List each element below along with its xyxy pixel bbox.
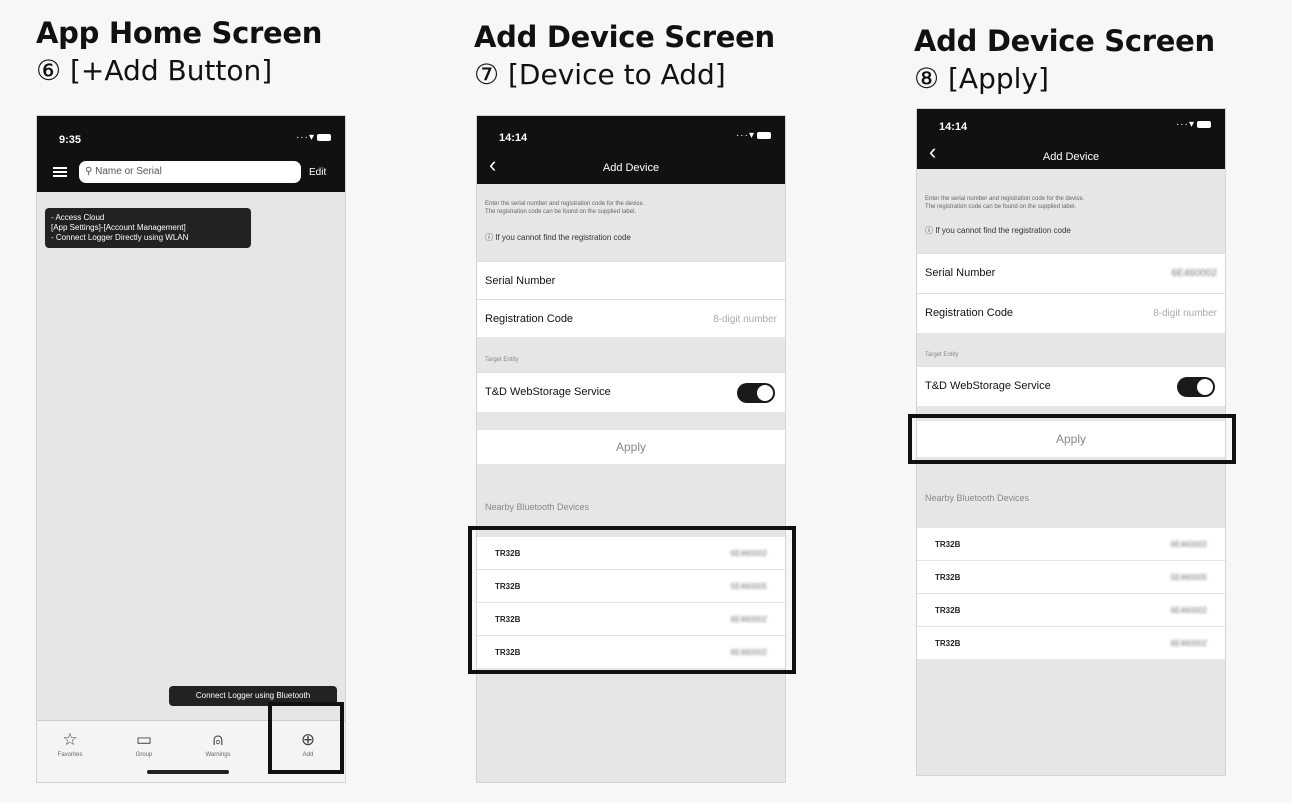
service-toggle[interactable]: [737, 383, 775, 403]
tab-label: Warnings: [205, 752, 231, 758]
panel-heading-add-device: Add Device Screen ⑦ [Device to Add]: [474, 20, 775, 91]
registration-placeholder: 8-digit number: [713, 314, 777, 325]
battery-icon: [1197, 120, 1211, 128]
panel-title: Add Device Screen: [914, 24, 1215, 58]
phone-add-device: 14:14 ···▾ ‹ Add Device Enter the serial…: [476, 115, 786, 783]
panel-title: App Home Screen: [36, 16, 323, 50]
description-text: Enter the serial number and registration…: [925, 196, 1085, 210]
nearby-label: Nearby Bluetooth Devices: [925, 493, 1030, 503]
battery-icon: [317, 133, 331, 141]
device-serial: 5E460005: [1170, 573, 1207, 582]
panel-heading-home: App Home Screen ⑥ [+Add Button]: [36, 16, 322, 87]
registration-label: Registration Code: [925, 307, 1014, 319]
device-name: TR32B: [935, 639, 961, 648]
panel-heading-apply: Add Device Screen ⑧ [Apply]: [914, 24, 1215, 95]
wifi-icon: ▾: [308, 132, 315, 143]
target-entity-label: Target Entity: [485, 357, 519, 363]
registration-code-row[interactable]: Registration Code 8-digit number: [477, 299, 785, 337]
status-time: 14:14: [499, 132, 528, 144]
description-text: Enter the serial number and registration…: [485, 201, 645, 215]
device-row[interactable]: TR32B 6E460002: [917, 527, 1225, 560]
help-link[interactable]: ⓘ If you cannot find the registration co…: [485, 232, 631, 243]
device-row[interactable]: TR32B 5E460005: [917, 560, 1225, 593]
apply-button[interactable]: Apply: [477, 430, 785, 464]
phone-home-screen: 9:35 ···▾ ⚲ Name or Serial Edit - Access…: [36, 115, 346, 783]
service-row: T&D WebStorage Service: [477, 372, 785, 412]
service-label: T&D WebStorage Service: [485, 386, 611, 398]
page-title: Add Device: [602, 162, 660, 174]
serial-number-row[interactable]: Serial Number: [477, 261, 785, 299]
device-name: TR32B: [935, 573, 961, 582]
device-name: TR32B: [935, 540, 961, 549]
tab-label: Favorites: [57, 752, 83, 758]
status-icons: ···▾: [1176, 119, 1211, 130]
wifi-icon: ▾: [1188, 119, 1195, 130]
service-row: T&D WebStorage Service: [917, 366, 1225, 406]
serial-value: 6E460002: [1171, 268, 1217, 279]
device-serial: 6E460002: [1170, 639, 1207, 648]
device-serial: 6E460002: [1170, 540, 1207, 549]
serial-label: Serial Number: [925, 267, 996, 279]
serial-number-row[interactable]: Serial Number 6E460002: [917, 253, 1225, 293]
bell-icon: ⍝: [212, 730, 224, 749]
device-name: TR32B: [935, 606, 961, 615]
target-entity-label: Target Entity: [925, 352, 959, 358]
status-icons: ···▾: [736, 130, 771, 141]
menu-icon[interactable]: [53, 167, 67, 177]
tab-favorites[interactable]: ☆ Favorites: [45, 730, 95, 759]
search-placeholder: Name or Serial: [95, 166, 162, 177]
status-icons: ···▾: [296, 132, 331, 143]
registration-placeholder: 8-digit number: [1153, 308, 1217, 319]
highlight-apply-button: [908, 414, 1236, 464]
folder-icon: ▭: [135, 730, 153, 749]
panel-subtitle: ⑥ [+Add Button]: [36, 54, 273, 87]
serial-label: Serial Number: [485, 275, 556, 287]
home-header: 9:35 ···▾ ⚲ Name or Serial Edit: [37, 116, 345, 192]
search-icon: ⚲: [85, 166, 93, 177]
wifi-icon: ▾: [748, 130, 755, 141]
panel-title: Add Device Screen: [474, 20, 775, 54]
device-row[interactable]: TR32B 6E460002: [917, 626, 1225, 659]
status-time: 14:14: [939, 121, 968, 133]
device-row[interactable]: TR32B 6E460002: [917, 593, 1225, 626]
service-toggle[interactable]: [1177, 377, 1215, 397]
battery-icon: [757, 131, 771, 139]
tab-group[interactable]: ▭ Group: [119, 730, 169, 759]
tab-warnings[interactable]: ⍝ Warnings: [193, 730, 243, 759]
help-link[interactable]: ⓘ If you cannot find the registration co…: [925, 225, 1071, 236]
add-device-header: 14:14 ···▾ ‹ Add Device: [477, 116, 785, 184]
registration-label: Registration Code: [485, 313, 574, 325]
panel-subtitle: ⑦ [Device to Add]: [474, 58, 726, 91]
edit-button[interactable]: Edit: [309, 167, 326, 178]
star-icon: ☆: [62, 730, 78, 749]
panel-subtitle: ⑧ [Apply]: [914, 62, 1049, 95]
nearby-label: Nearby Bluetooth Devices: [485, 502, 590, 512]
page-title: Add Device: [1042, 151, 1100, 163]
device-serial: 6E460002: [1170, 606, 1207, 615]
tooltip-cloud: - Access Cloud [App Settings]-[Account M…: [45, 208, 251, 248]
tab-label: Group: [135, 752, 153, 758]
service-label: T&D WebStorage Service: [925, 380, 1051, 392]
highlight-add-button: [268, 702, 344, 774]
status-time: 9:35: [59, 134, 82, 146]
registration-code-row[interactable]: Registration Code 8-digit number: [917, 293, 1225, 333]
search-input[interactable]: ⚲ Name or Serial: [79, 161, 301, 183]
highlight-device-list: [468, 526, 796, 674]
add-device-header: 14:14 ···▾ ‹ Add Device: [917, 109, 1225, 169]
home-indicator: [147, 770, 229, 774]
